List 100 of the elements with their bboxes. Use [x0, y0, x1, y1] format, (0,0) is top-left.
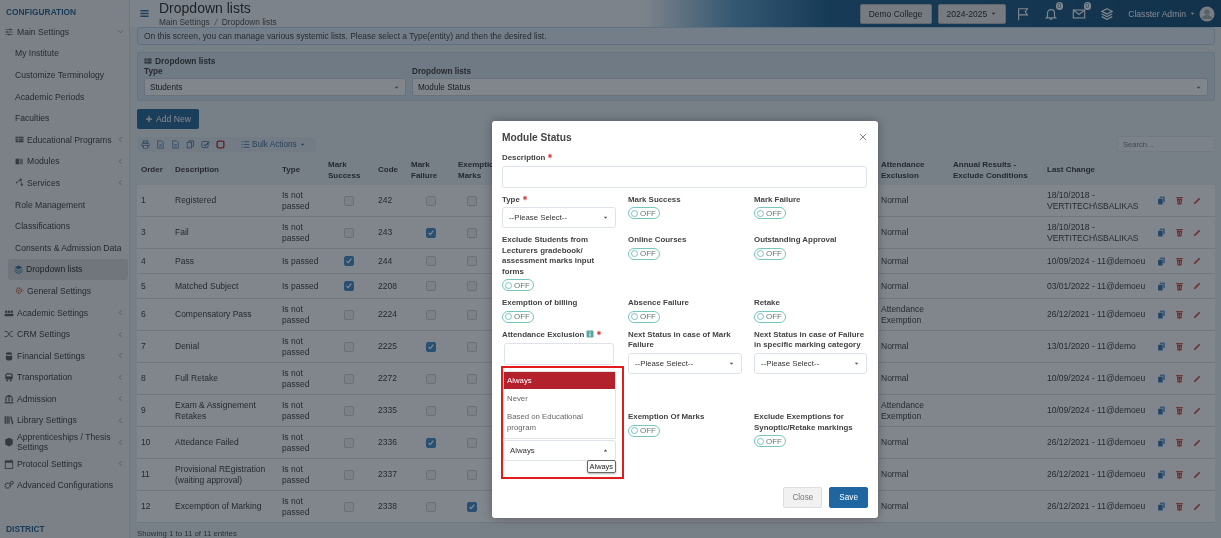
avatar-icon[interactable] [1199, 5, 1215, 22]
sidebar-item[interactable]: Advanced Configurations [0, 474, 129, 497]
sidebar-item[interactable]: My Institute [0, 42, 129, 65]
sidebar-item[interactable]: CRM Settings [0, 323, 129, 345]
breadcrumb-link[interactable]: Main Settings [159, 17, 210, 27]
flag-icon[interactable] [1016, 6, 1031, 21]
toggle-switch[interactable]: OFF [628, 207, 660, 219]
trash-icon[interactable] [1175, 310, 1184, 319]
pencil-icon[interactable] [1193, 282, 1201, 290]
checkbox[interactable] [425, 437, 436, 448]
sidebar-item[interactable]: Customize Terminology [0, 64, 129, 86]
column-header[interactable]: Attendance Exclusion [877, 154, 949, 185]
pencil-icon[interactable] [1193, 406, 1201, 415]
copy-icon[interactable] [1157, 281, 1166, 291]
sidebar-item[interactable]: Academic Settings [0, 301, 129, 324]
sidebar-item[interactable]: Protocol Settings [0, 452, 129, 475]
checkbox[interactable] [425, 227, 436, 238]
institution-button[interactable]: Demo College [859, 3, 932, 24]
spreadsheet-icon[interactable] [156, 139, 165, 149]
mail-icon[interactable] [1072, 6, 1087, 21]
select-field[interactable]: Students [144, 78, 406, 96]
pencil-icon[interactable] [1193, 342, 1201, 351]
pencil-icon[interactable] [1193, 228, 1201, 237]
copy-icon[interactable] [1157, 438, 1166, 447]
copy-icon[interactable] [1157, 256, 1166, 266]
sidebar-item[interactable]: Classifications [0, 215, 129, 237]
checkbox[interactable] [425, 341, 436, 352]
copy-icon[interactable] [1157, 310, 1166, 319]
toggle-switch[interactable]: OFF [754, 310, 786, 323]
dropdown-search-field[interactable] [504, 343, 614, 365]
copy-icon[interactable] [1157, 342, 1166, 351]
add-new-button[interactable]: Add New [137, 109, 199, 129]
copy-icon[interactable] [186, 139, 195, 149]
sidebar-item[interactable]: Apprenticeships / Thesis Settings [0, 431, 129, 453]
checkbox[interactable] [344, 256, 354, 266]
toggle-switch[interactable]: OFF [502, 279, 534, 291]
trash-icon[interactable] [1175, 374, 1184, 383]
description-field[interactable] [502, 165, 867, 188]
document-icon[interactable] [171, 139, 180, 149]
trash-icon[interactable] [1175, 256, 1184, 266]
pencil-icon[interactable] [1193, 374, 1201, 383]
toggle-switch[interactable]: OFF [628, 247, 660, 260]
pencil-icon[interactable] [1193, 502, 1201, 511]
trash-icon[interactable] [1175, 470, 1184, 479]
column-header[interactable]: Description [171, 159, 278, 180]
bulk-actions-dropdown[interactable]: Bulk Actions [235, 138, 312, 150]
menu-icon[interactable] [139, 8, 150, 19]
column-header[interactable]: Mark Failure [407, 154, 454, 185]
sidebar-item[interactable]: Dropdown lists [8, 258, 128, 281]
trash-icon[interactable] [1175, 228, 1184, 237]
trash-icon[interactable] [1175, 438, 1184, 447]
check-square-icon[interactable] [201, 139, 210, 149]
sidebar-item[interactable]: Admission [0, 388, 129, 410]
user-name[interactable]: Classter Admin [1128, 8, 1186, 19]
column-header[interactable]: Annual Results - Exclude Conditions [949, 154, 1043, 185]
trash-icon[interactable] [1175, 502, 1184, 511]
column-header[interactable]: Order [137, 159, 171, 180]
toggle-switch[interactable]: OFF [754, 207, 786, 219]
toggle-switch[interactable]: OFF [628, 310, 660, 323]
column-header[interactable]: Last Change [1043, 159, 1153, 180]
sidebar-item[interactable]: General Settings [0, 280, 129, 302]
copy-icon[interactable] [1157, 196, 1166, 205]
column-header[interactable]: Type [278, 159, 324, 180]
pencil-icon[interactable] [1193, 310, 1201, 319]
pencil-icon[interactable] [1193, 470, 1201, 479]
toggle-switch[interactable]: OFF [754, 247, 786, 260]
toggle-switch[interactable]: OFF [502, 310, 534, 323]
copy-icon[interactable] [1157, 470, 1166, 479]
layers-icon[interactable] [1100, 6, 1115, 21]
sidebar-item[interactable]: Role Management [0, 193, 129, 216]
breadcrumb-link[interactable]: Dropdown lists [221, 17, 277, 27]
sidebar-item[interactable]: Consents & Admission Data [0, 236, 129, 259]
trash-icon[interactable] [1175, 342, 1184, 351]
sidebar-item[interactable]: Academic Periods [0, 85, 129, 108]
toggle-switch[interactable]: OFF [628, 424, 660, 437]
trash-icon[interactable] [1175, 196, 1184, 205]
sidebar-item[interactable]: Main Settings [0, 21, 129, 43]
pencil-icon[interactable] [1193, 257, 1201, 265]
copy-icon[interactable] [1157, 406, 1166, 415]
copy-icon[interactable] [1157, 374, 1166, 383]
pencil-icon[interactable] [1193, 196, 1201, 205]
year-dropdown[interactable]: 2024-2025 [937, 3, 1007, 24]
checkbox[interactable] [344, 281, 354, 291]
copy-icon[interactable] [1157, 228, 1166, 237]
sidebar-item[interactable]: Modules [0, 150, 129, 173]
stop-icon[interactable] [216, 139, 225, 149]
sidebar-item[interactable]: Educational Programs [0, 128, 129, 151]
select-field[interactable]: Module Status [412, 78, 1208, 96]
copy-icon[interactable] [1157, 502, 1166, 511]
toggle-switch[interactable]: OFF [754, 435, 786, 448]
close-button[interactable]: Close [783, 487, 823, 508]
sidebar-item[interactable]: Financial Settings [0, 344, 129, 367]
column-header[interactable]: Mark Success [324, 154, 374, 185]
trash-icon[interactable] [1175, 406, 1184, 415]
sidebar-item[interactable]: Faculties [0, 107, 129, 129]
column-header[interactable]: Code [374, 159, 407, 180]
sidebar-item[interactable]: Services [0, 172, 129, 194]
checkbox[interactable] [466, 501, 477, 512]
save-button[interactable]: Save [829, 487, 868, 508]
sidebar-item[interactable]: Library Settings [0, 409, 129, 432]
